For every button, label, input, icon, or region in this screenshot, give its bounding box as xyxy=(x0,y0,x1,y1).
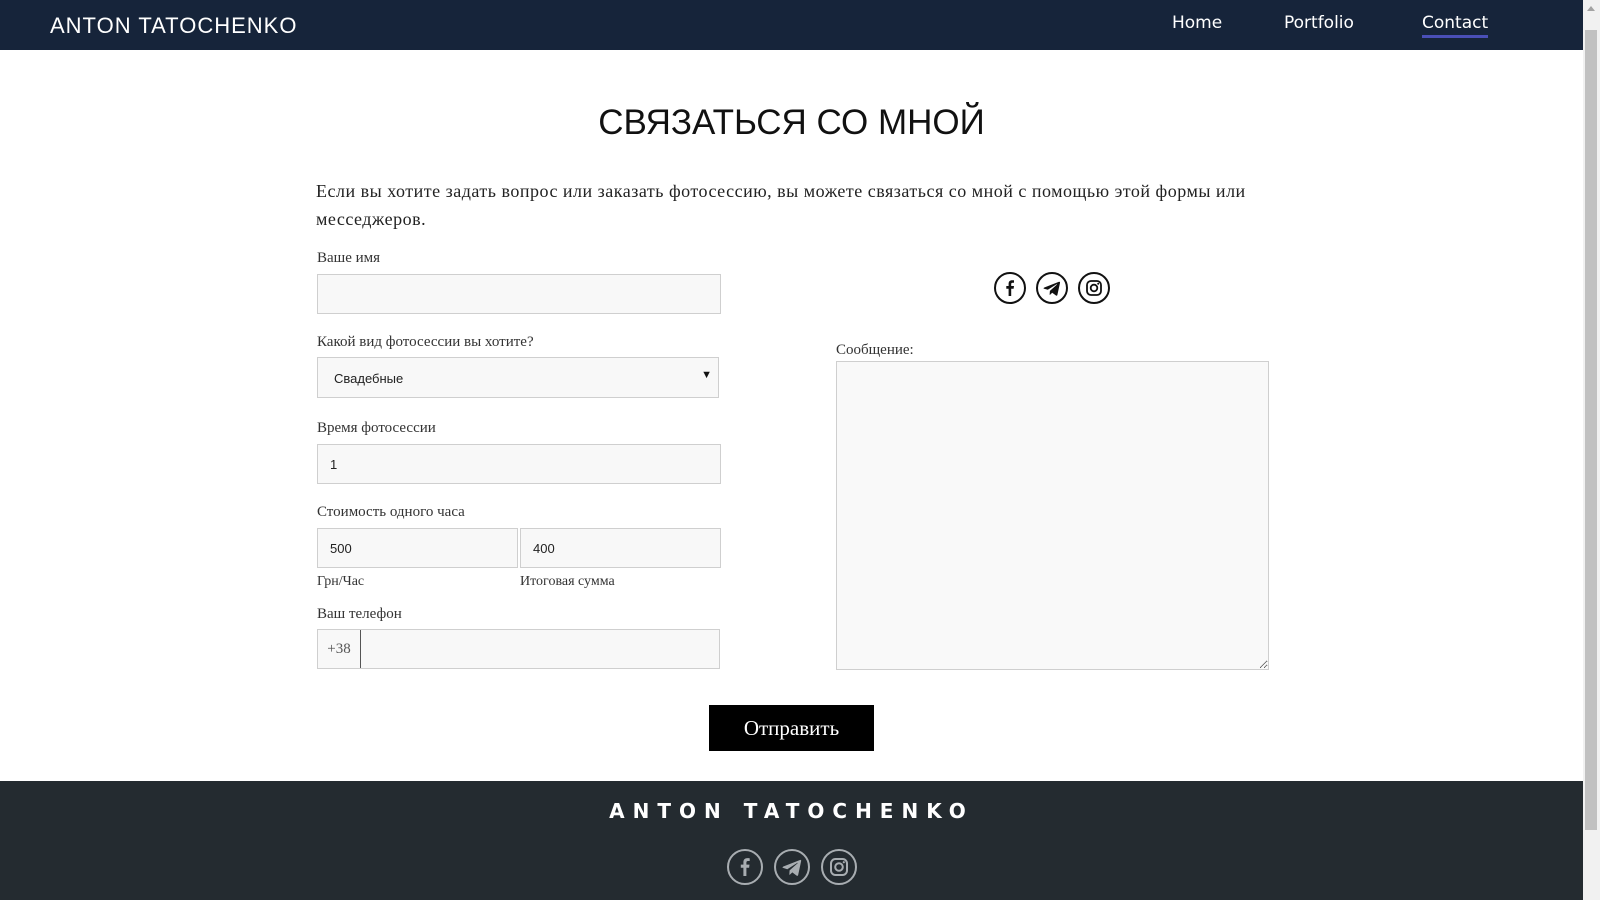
telegram-icon[interactable] xyxy=(774,849,810,885)
intro-text: Если вы хотите задать вопрос или заказат… xyxy=(316,181,1246,229)
nav-link-contact[interactable]: Contact xyxy=(1422,13,1489,38)
phone-label: Ваш телефон xyxy=(317,606,402,622)
hour-rate-input[interactable] xyxy=(317,528,518,568)
page: ANTON TATOCHENKO Home Portfolio Contact … xyxy=(0,0,1583,900)
submit-button[interactable]: Отправить xyxy=(709,705,874,751)
message-textarea[interactable] xyxy=(836,361,1269,670)
name-label: Ваше имя xyxy=(317,250,381,266)
phone-field: +38 xyxy=(317,629,720,669)
photoshoot-time-label: Время фотосессии xyxy=(317,420,436,436)
facebook-icon[interactable] xyxy=(994,272,1026,304)
phone-input[interactable] xyxy=(361,630,719,668)
site-brand[interactable]: ANTON TATOCHENKO xyxy=(50,13,297,39)
vertical-scrollbar[interactable] xyxy=(1583,0,1600,900)
total-sum-input[interactable] xyxy=(520,528,721,568)
hour-rate-caption: Грн/Час xyxy=(317,574,365,589)
scroll-up-arrow-icon[interactable] xyxy=(1587,6,1595,11)
nav-link-portfolio[interactable]: Portfolio xyxy=(1284,13,1354,33)
photoshoot-type-value: Свадебные xyxy=(334,371,404,386)
instagram-icon[interactable] xyxy=(1078,272,1110,304)
footer-brand: ANTON TATOCHENKO xyxy=(609,799,974,823)
telegram-icon[interactable] xyxy=(1036,272,1068,304)
caret-down-icon: ▼ xyxy=(701,369,712,381)
top-navbar: ANTON TATOCHENKO Home Portfolio Contact xyxy=(0,0,1583,50)
hour-cost-label: Стоимость одного часа xyxy=(317,504,465,520)
scrollbar-thumb[interactable] xyxy=(1585,30,1597,830)
facebook-icon[interactable] xyxy=(727,849,763,885)
name-input[interactable] xyxy=(317,274,721,314)
total-sum-caption: Итоговая сумма xyxy=(520,574,615,589)
footer: ANTON TATOCHENKO xyxy=(0,781,1583,900)
nav-link-home[interactable]: Home xyxy=(1172,13,1222,33)
instagram-icon[interactable] xyxy=(821,849,857,885)
page-title: СВЯЗАТЬСЯ СО МНОЙ xyxy=(598,103,985,142)
photoshoot-type-label: Какой вид фотосессии вы хотите? xyxy=(317,334,534,350)
phone-prefix: +38 xyxy=(318,630,361,668)
photoshoot-type-select[interactable]: Свадебные ▼ xyxy=(317,357,719,398)
message-label: Сообщение: xyxy=(836,342,914,358)
photoshoot-time-input[interactable] xyxy=(317,444,721,484)
